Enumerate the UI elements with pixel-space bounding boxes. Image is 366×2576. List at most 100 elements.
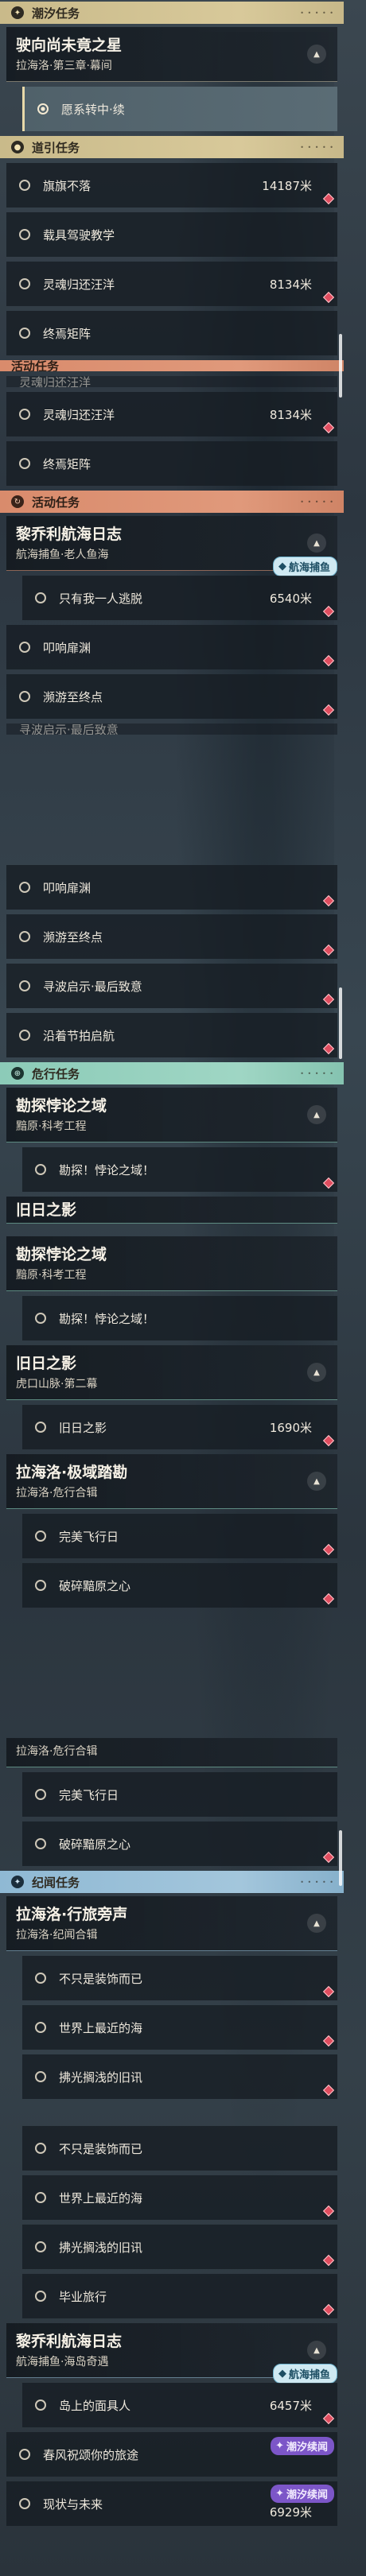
quest-step[interactable]: 不只是装饰而已	[22, 2126, 337, 2171]
quest-step[interactable]: 拂光搁浅的旧讯	[22, 2054, 337, 2099]
quest-item[interactable]: 叩响扉渊	[6, 625, 337, 669]
tracking-diamond-icon	[322, 192, 335, 205]
quest-title: 驶向尚未竟之星	[16, 37, 123, 54]
scrollbar[interactable]	[339, 987, 342, 1059]
collapse-icon[interactable]: ▲	[307, 1914, 326, 1933]
category-header-danger[interactable]: ⊕ 危行任务 • • • • •	[0, 1062, 344, 1084]
quest-card[interactable]: 拉海洛·极域踏勘 拉海洛·危行合辑 ▲	[6, 1454, 337, 1509]
quest-card-partial[interactable]: 拉海洛·危行合辑	[6, 1738, 337, 1767]
quest-item[interactable]: 终焉矩阵	[6, 311, 337, 355]
collapse-icon[interactable]: ▲	[307, 1105, 326, 1124]
quest-list-panel-2: 叩响扉渊 濒游至终点 寻波启示·最后致意 沿着节拍启航 ⊕ 危行任务 • • •…	[0, 860, 344, 1717]
tracking-diamond-icon	[322, 654, 335, 667]
category-header-record[interactable]: ✦ 纪闻任务 • • • • •	[0, 1871, 344, 1893]
radio-icon	[35, 1422, 46, 1433]
distance: 14187米	[262, 178, 312, 193]
quest-step[interactable]: 旧日之影 1690米	[22, 1405, 337, 1449]
quest-step[interactable]: 完美飞行日	[22, 1772, 337, 1817]
collapse-icon[interactable]: ▲	[307, 45, 326, 64]
distance: 8134米	[269, 407, 312, 422]
quest-item[interactable]: 沿着节拍启航	[6, 1013, 337, 1057]
quest-list-panel-3: 拉海洛·危行合辑 完美飞行日 破碎黯原之心 ✦ 纪闻任务 • • • • • 拉…	[0, 1735, 344, 2576]
quest-step[interactable]: 破碎黯原之心	[22, 1563, 337, 1608]
collapse-icon[interactable]: ▲	[307, 1472, 326, 1491]
step-label: 旧日之影	[59, 1420, 107, 1435]
quest-item[interactable]: 现状与未来 6929米 ✦ 潮汐续闻	[6, 2481, 337, 2526]
quest-item[interactable]: 灵魂归还汪洋 8134米	[6, 392, 337, 436]
quest-step[interactable]: 完美飞行日	[22, 1514, 337, 1558]
radio-icon	[19, 1030, 30, 1041]
badge-label: 潮汐续闻	[286, 2489, 328, 2501]
location-pin-icon: ●	[11, 141, 24, 153]
distance: 6540米	[269, 591, 312, 606]
quest-step[interactable]: 世界上最近的海	[22, 2175, 337, 2220]
tracking-diamond-icon	[322, 2035, 335, 2047]
decor-dots: • • • • •	[300, 1878, 334, 1886]
step-label: 不只是装饰而已	[59, 2141, 143, 2156]
radio-icon	[19, 931, 30, 942]
scrollbar[interactable]	[339, 334, 342, 398]
scrollbar[interactable]	[339, 1830, 342, 1886]
quest-item[interactable]: 寻波启示·最后致意	[6, 964, 337, 1008]
category-header-guide[interactable]: ● 道引任务 • • • • •	[0, 136, 344, 158]
quest-card[interactable]: 拉海洛·行旅旁声 拉海洛·纪闻合辑 ▲	[6, 1896, 337, 1951]
radio-icon	[35, 1530, 46, 1542]
quest-step[interactable]: 只有我一人逃脱 6540米	[22, 576, 337, 620]
quest-step[interactable]: 不只是装饰而已	[22, 1956, 337, 2000]
quest-step[interactable]: 破碎黯原之心	[22, 1821, 337, 1866]
quest-step[interactable]: 勘探！悖论之域！	[22, 1296, 337, 1340]
quest-card-partial[interactable]: 旧日之影	[6, 1197, 337, 1224]
tracking-diamond-icon	[322, 421, 335, 434]
quest-card[interactable]: 黎乔利航海日志 航海捕鱼·老人鱼海 ▲ ◆ 航海捕鱼	[6, 516, 337, 576]
step-label: 毕业旅行	[59, 2289, 107, 2304]
quest-item[interactable]: 濒游至终点	[6, 914, 337, 959]
radio-icon	[19, 328, 30, 339]
radio-icon	[19, 691, 30, 702]
quest-step[interactable]: 世界上最近的海	[22, 2005, 337, 2050]
quest-item[interactable]: 灵魂归还汪洋 8134米	[6, 262, 337, 306]
quest-card[interactable]: 勘探悖论之域 黯原·科考工程	[6, 1236, 337, 1291]
step-label: 愿系转中·续	[61, 102, 125, 117]
quest-item[interactable]: 旗旗不落 14187米	[6, 163, 337, 208]
step-label: 破碎黯原之心	[59, 1578, 131, 1593]
tracking-diamond-icon	[322, 704, 335, 716]
quest-step[interactable]: 毕业旅行	[22, 2274, 337, 2318]
radio-icon	[19, 642, 30, 653]
radio-icon	[35, 2143, 46, 2154]
quest-item[interactable]: 濒游至终点	[6, 674, 337, 719]
distance: 8134米	[269, 277, 312, 292]
category-header-activity[interactable]: ↻ 活动任务 • • • • •	[0, 491, 344, 513]
quest-step[interactable]: 拂光搁浅的旧讯	[22, 2225, 337, 2269]
quest-item[interactable]: 春风祝颂你的旅途 ✦ 潮汐续闻	[6, 2432, 337, 2477]
quest-item[interactable]: 叩响扉渊	[6, 865, 337, 910]
badge-label: 航海捕鱼	[288, 2369, 330, 2381]
collapse-icon[interactable]: ▲	[307, 2341, 326, 2360]
category-header-activity-partial: 活动任务	[0, 360, 344, 371]
category-label: 危行任务	[32, 1066, 80, 1081]
quest-card[interactable]: 旧日之影 虎口山脉·第二幕 ▲	[6, 1345, 337, 1400]
radio-icon	[35, 2399, 46, 2411]
quest-card[interactable]: 驶向尚未竟之星 拉海洛·第三章·幕间 ▲	[6, 27, 337, 82]
quest-title: 黎乔利航海日志	[16, 2333, 123, 2350]
quest-step-active[interactable]: 愿系转中·续	[22, 87, 337, 131]
step-label: 拂光搁浅的旧讯	[59, 2240, 143, 2255]
category-header-tide[interactable]: ✦ 潮汐任务 • • • • •	[0, 2, 344, 24]
radio-icon	[19, 278, 30, 289]
quest-step[interactable]: 勘探！悖论之域！	[22, 1147, 337, 1192]
quest-step[interactable]: 岛上的面具人 6457米	[22, 2383, 337, 2427]
quest-subtitle: 拉海洛·第三章·幕间	[16, 60, 112, 72]
fish-icon: ◆	[278, 561, 286, 572]
tracking-diamond-icon	[322, 1593, 335, 1605]
fishing-badge: ◆ 航海捕鱼	[272, 557, 337, 576]
badge-label: 航海捕鱼	[288, 562, 330, 574]
quest-subtitle: 黯原·科考工程	[16, 1269, 87, 1282]
radio-icon	[19, 2449, 30, 2460]
quest-subtitle: 拉海洛·危行合辑	[16, 1487, 98, 1499]
collapse-icon[interactable]: ▲	[307, 1363, 326, 1382]
quest-item[interactable]: 终焉矩阵	[6, 441, 337, 486]
quest-item[interactable]: 载具驾驶教学	[6, 212, 337, 257]
quest-title: 拉海洛·极域踏勘	[16, 1464, 128, 1481]
quest-card[interactable]: 黎乔利航海日志 航海捕鱼·海岛奇遇 ▲ ◆ 航海捕鱼	[6, 2323, 337, 2384]
collapse-icon[interactable]: ▲	[307, 533, 326, 553]
quest-card[interactable]: 勘探悖论之域 黯原·科考工程 ▲	[6, 1088, 337, 1143]
